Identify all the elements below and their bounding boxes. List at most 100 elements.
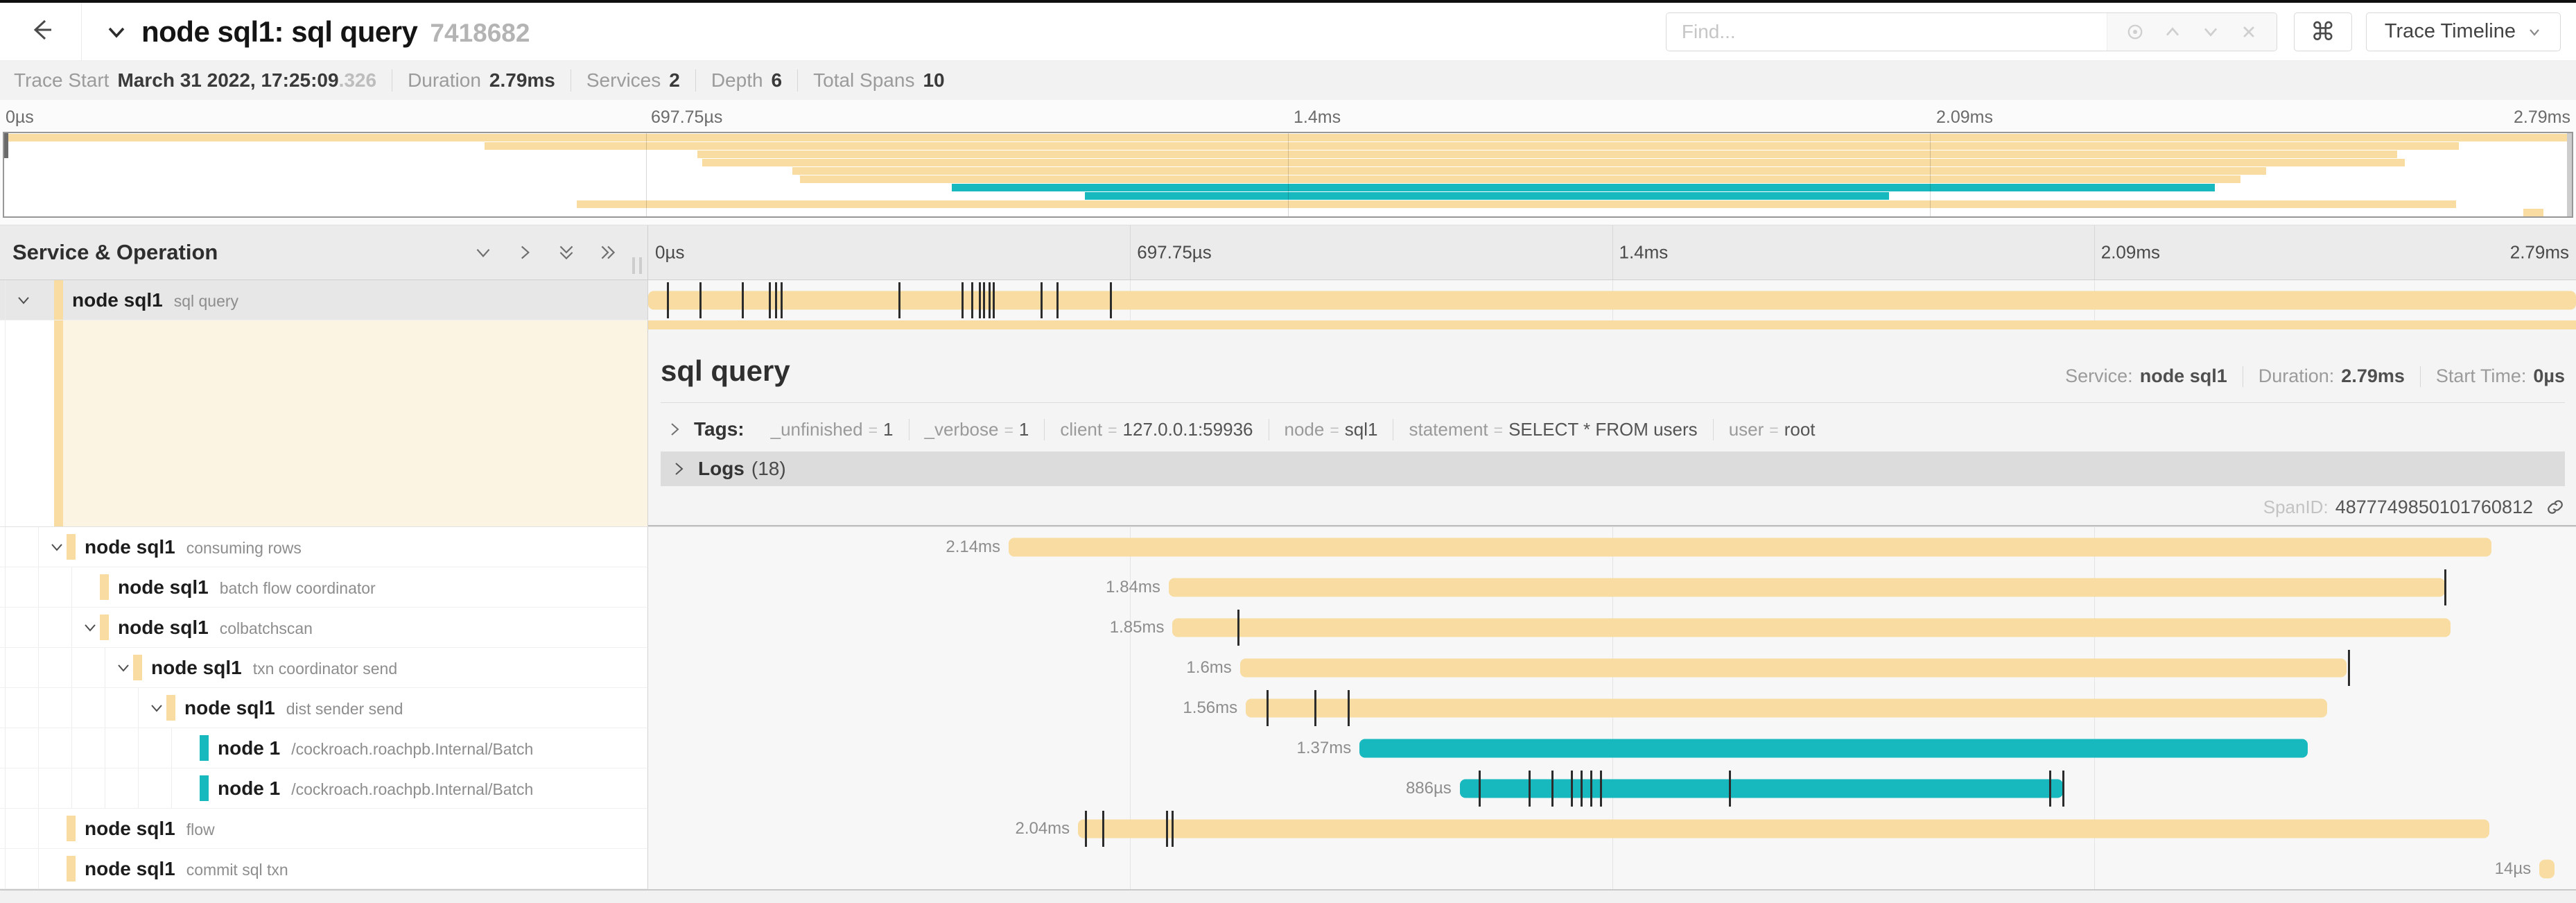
minimap-left-scrub-handle[interactable] [4, 133, 8, 158]
span-log-marker[interactable] [775, 282, 777, 318]
span-tree-cell[interactable]: node sql1batch flow coordinator [0, 567, 648, 608]
span-log-marker[interactable] [1729, 771, 1731, 807]
tag-item[interactable]: client=127.0.0.1:59936 [1044, 419, 1268, 440]
collapse-one-icon[interactable] [473, 242, 494, 263]
span-tree-cell[interactable]: node sql1consuming rows [0, 527, 648, 567]
span-log-marker[interactable] [2049, 771, 2051, 807]
span-bar-cell[interactable]: 1.56ms [648, 688, 2576, 728]
span-bar-cell[interactable]: 1.84ms [648, 567, 2576, 608]
span-log-marker[interactable] [1172, 811, 1174, 847]
span-log-marker[interactable] [1600, 771, 1602, 807]
collapse-trace-chevron-icon[interactable] [104, 19, 129, 44]
tag-item[interactable]: _unfinished=1 [756, 419, 909, 440]
span-log-marker[interactable] [979, 282, 981, 318]
span-log-marker[interactable] [2062, 771, 2064, 807]
span-bar-cell[interactable]: 2.04ms [648, 809, 2576, 849]
span-tree-cell[interactable]: node sql1commit sql txn [0, 849, 648, 889]
span-row[interactable]: node 1/cockroach.roachpb.Internal/Batch8… [0, 768, 2576, 809]
span-duration-bar[interactable] [1460, 780, 2063, 798]
tags-accordion[interactable]: Tags: _unfinished=1_verbose=1client=127.… [661, 411, 2565, 447]
span-log-marker[interactable] [1110, 282, 1112, 318]
span-log-marker[interactable] [1166, 811, 1168, 847]
span-log-marker[interactable] [1479, 771, 1481, 807]
column-resize-grip[interactable] [632, 257, 642, 274]
expand-all-icon[interactable] [598, 242, 618, 263]
tag-item[interactable]: _verbose=1 [909, 419, 1045, 440]
span-log-marker[interactable] [1237, 610, 1239, 646]
span-log-marker[interactable] [781, 282, 783, 318]
span-log-marker[interactable] [1590, 771, 1592, 807]
span-row[interactable]: node sql1batch flow coordinator1.84ms [0, 567, 2576, 608]
span-log-marker[interactable] [971, 282, 973, 318]
minimap-canvas[interactable] [3, 132, 2573, 218]
span-tree-cell[interactable]: node 1/cockroach.roachpb.Internal/Batch [0, 728, 648, 768]
tag-item[interactable]: node=sql1 [1269, 419, 1393, 440]
span-log-marker[interactable] [1267, 690, 1269, 726]
span-log-marker[interactable] [898, 282, 900, 318]
span-expand-chevron-icon[interactable] [148, 699, 166, 717]
span-row[interactable]: node sql1commit sql txn14µs [0, 849, 2576, 889]
prev-match-icon[interactable] [2162, 22, 2183, 42]
span-tree-cell[interactable]: node sql1flow [0, 809, 648, 849]
span-log-marker[interactable] [2348, 650, 2350, 686]
span-log-marker[interactable] [993, 282, 995, 318]
clear-find-icon[interactable] [2238, 22, 2259, 42]
span-duration-bar[interactable] [1078, 820, 2489, 839]
span-expand-chevron-icon[interactable] [48, 538, 66, 556]
span-log-marker[interactable] [1102, 811, 1104, 847]
span-tree-cell[interactable]: node sql1dist sender send [0, 688, 648, 728]
span-duration-bar[interactable] [2539, 860, 2555, 879]
span-log-marker[interactable] [1348, 690, 1350, 726]
span-duration-bar[interactable] [1359, 739, 2308, 758]
deep-link-icon[interactable] [2545, 497, 2565, 517]
keyboard-shortcuts-button[interactable]: ⌘ [2294, 12, 2352, 51]
span-duration-bar[interactable] [1246, 699, 2327, 718]
span-expand-chevron-icon[interactable] [15, 291, 33, 309]
span-log-marker[interactable] [961, 282, 964, 318]
span-bar-cell[interactable]: 2.14ms [648, 527, 2576, 567]
minimap-right-scrub-handle[interactable] [2567, 133, 2572, 216]
span-bar-cell[interactable]: 14µs [648, 849, 2576, 889]
logs-accordion[interactable]: Logs (18) [661, 452, 2565, 486]
span-log-marker[interactable] [667, 282, 669, 318]
back-button[interactable] [0, 3, 82, 60]
span-duration-bar[interactable] [1240, 659, 2347, 678]
find-input[interactable] [1666, 13, 2107, 51]
tag-item[interactable]: statement=SELECT * FROM users [1393, 419, 1712, 440]
span-duration-bar[interactable] [1009, 538, 2491, 557]
span-log-marker[interactable] [742, 282, 744, 318]
span-duration-bar[interactable] [1169, 578, 2445, 597]
span-log-marker[interactable] [1529, 771, 1531, 807]
span-duration-bar[interactable] [648, 291, 2576, 310]
locate-match-icon[interactable] [2125, 22, 2146, 42]
span-bar-cell[interactable]: 886µs [648, 768, 2576, 809]
span-log-marker[interactable] [1571, 771, 1573, 807]
span-tree-cell[interactable]: node sql1sql query [0, 280, 648, 320]
span-row[interactable]: node 1/cockroach.roachpb.Internal/Batch1… [0, 728, 2576, 768]
tag-item[interactable]: user=root [1713, 419, 1831, 440]
span-log-marker[interactable] [1085, 811, 1087, 847]
span-row[interactable]: node sql1colbatchscan1.85ms [0, 608, 2576, 648]
span-log-marker[interactable] [989, 282, 991, 318]
span-row[interactable]: node sql1consuming rows2.14ms [0, 527, 2576, 567]
span-bar-cell[interactable] [648, 280, 2576, 320]
span-log-marker[interactable] [983, 282, 985, 318]
span-tree-cell[interactable]: node 1/cockroach.roachpb.Internal/Batch [0, 768, 648, 809]
span-row[interactable]: node sql1sql query [0, 280, 2576, 320]
span-duration-bar[interactable] [1172, 619, 2451, 637]
span-bar-cell[interactable]: 1.85ms [648, 608, 2576, 648]
span-row[interactable]: node sql1txn coordinator send1.6ms [0, 648, 2576, 688]
span-tree-cell[interactable]: node sql1txn coordinator send [0, 648, 648, 688]
view-type-select[interactable]: Trace Timeline [2366, 12, 2561, 51]
span-expand-chevron-icon[interactable] [81, 619, 99, 637]
expand-one-icon[interactable] [514, 242, 535, 263]
span-log-marker[interactable] [699, 282, 702, 318]
span-row[interactable]: node sql1flow2.04ms [0, 809, 2576, 849]
span-log-marker[interactable] [2444, 569, 2446, 605]
span-bar-cell[interactable]: 1.37ms [648, 728, 2576, 768]
span-log-marker[interactable] [1041, 282, 1043, 318]
span-log-marker[interactable] [769, 282, 771, 318]
next-match-icon[interactable] [2200, 22, 2221, 42]
span-log-marker[interactable] [1581, 771, 1583, 807]
span-log-marker[interactable] [1551, 771, 1554, 807]
